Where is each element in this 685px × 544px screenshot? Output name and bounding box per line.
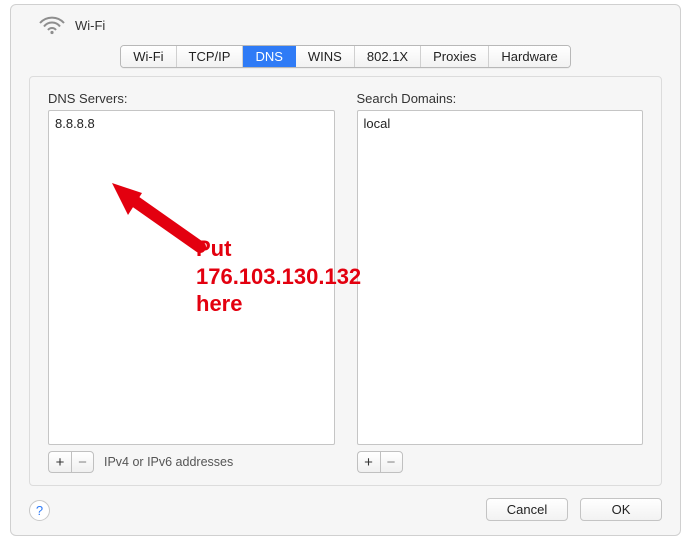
dns-list-controls: + − IPv4 or IPv6 addresses — [48, 451, 335, 473]
search-domains-label: Search Domains: — [357, 91, 644, 106]
tab-hardware[interactable]: Hardware — [489, 46, 569, 67]
wifi-icon — [39, 15, 65, 35]
dns-servers-label: DNS Servers: — [48, 91, 335, 106]
dns-panel: DNS Servers: 8.8.8.8 + − IPv4 or IPv6 ad… — [29, 76, 662, 486]
search-domains-add-button[interactable]: + — [357, 451, 380, 473]
tab-bar: Wi-Fi TCP/IP DNS WINS 802.1X Proxies Har… — [11, 41, 680, 68]
list-item[interactable]: 8.8.8.8 — [55, 115, 328, 132]
network-dns-window: Wi-Fi Wi-Fi TCP/IP DNS WINS 802.1X Proxi… — [10, 4, 681, 536]
titlebar: Wi-Fi — [11, 5, 680, 41]
footer: Cancel OK — [11, 483, 680, 535]
dns-hint: IPv4 or IPv6 addresses — [104, 455, 233, 469]
window-title: Wi-Fi — [75, 18, 105, 33]
dns-remove-button[interactable]: − — [71, 451, 94, 473]
list-item[interactable]: local — [364, 115, 637, 132]
tab-wifi[interactable]: Wi-Fi — [121, 46, 176, 67]
cancel-button[interactable]: Cancel — [486, 498, 568, 521]
search-domains-list-controls: + − — [357, 451, 644, 473]
search-domains-remove-button[interactable]: − — [380, 451, 403, 473]
tab-dns[interactable]: DNS — [243, 46, 295, 67]
tab-proxies[interactable]: Proxies — [421, 46, 489, 67]
search-domains-list[interactable]: local — [357, 110, 644, 445]
dns-add-button[interactable]: + — [48, 451, 71, 473]
tab-segmented-control: Wi-Fi TCP/IP DNS WINS 802.1X Proxies Har… — [120, 45, 571, 68]
search-domains-column: Search Domains: local + − — [357, 91, 644, 473]
tab-8021x[interactable]: 802.1X — [355, 46, 421, 67]
tab-wins[interactable]: WINS — [296, 46, 355, 67]
tab-tcpip[interactable]: TCP/IP — [177, 46, 244, 67]
ok-button[interactable]: OK — [580, 498, 662, 521]
dns-servers-column: DNS Servers: 8.8.8.8 + − IPv4 or IPv6 ad… — [48, 91, 335, 473]
dns-servers-list[interactable]: 8.8.8.8 — [48, 110, 335, 445]
